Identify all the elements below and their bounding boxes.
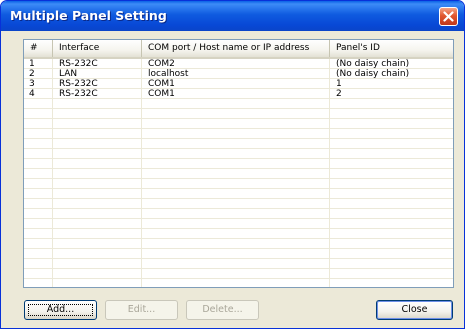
row-number: 2 bbox=[29, 69, 35, 79]
empty-row bbox=[24, 149, 453, 159]
add-button[interactable]: Add... bbox=[24, 300, 97, 320]
empty-row bbox=[24, 279, 453, 287]
window-title: Multiple Panel Setting bbox=[10, 8, 167, 23]
row-number: 1 bbox=[29, 59, 35, 69]
empty-row bbox=[24, 239, 453, 249]
row-panel-id: 1 bbox=[336, 79, 342, 89]
row-address: COM1 bbox=[148, 89, 175, 99]
row-address: COM2 bbox=[148, 59, 175, 69]
title-bar[interactable]: Multiple Panel Setting bbox=[1, 1, 464, 31]
row-interface: LAN bbox=[59, 69, 78, 79]
empty-row bbox=[24, 209, 453, 219]
empty-row bbox=[24, 139, 453, 149]
row-address: COM1 bbox=[148, 79, 175, 89]
column-header-panel-id[interactable]: Panel's ID bbox=[330, 40, 453, 57]
list-row[interactable]: 1 RS-232C COM2 (No daisy chain) bbox=[24, 59, 453, 69]
empty-row bbox=[24, 169, 453, 179]
empty-row bbox=[24, 159, 453, 169]
empty-row bbox=[24, 229, 453, 239]
row-address: localhost bbox=[148, 69, 189, 79]
focus-indicator bbox=[28, 304, 93, 316]
row-panel-id: (No daisy chain) bbox=[336, 69, 410, 79]
list-row[interactable]: 3 RS-232C COM1 1 bbox=[24, 79, 453, 89]
empty-row bbox=[24, 219, 453, 229]
close-icon bbox=[443, 11, 454, 22]
list-row[interactable]: 2 LAN localhost (No daisy chain) bbox=[24, 69, 453, 79]
empty-row bbox=[24, 249, 453, 259]
delete-button[interactable]: Delete... bbox=[186, 300, 259, 320]
row-interface: RS-232C bbox=[59, 89, 98, 99]
window-close-button[interactable] bbox=[439, 7, 458, 26]
delete-button-label: Delete... bbox=[202, 304, 243, 315]
column-header-interface[interactable]: Interface bbox=[53, 40, 142, 57]
empty-row bbox=[24, 99, 453, 109]
empty-row bbox=[24, 129, 453, 139]
empty-row bbox=[24, 119, 453, 129]
close-button[interactable]: Close bbox=[376, 300, 453, 320]
list-row[interactable]: 4 RS-232C COM1 2 bbox=[24, 89, 453, 99]
empty-row bbox=[24, 109, 453, 119]
edit-button-label: Edit... bbox=[127, 304, 156, 315]
empty-row bbox=[24, 189, 453, 199]
empty-row bbox=[24, 259, 453, 269]
list-header: # Interface COM port / Host name or IP a… bbox=[24, 40, 453, 59]
panel-list[interactable]: # Interface COM port / Host name or IP a… bbox=[23, 39, 454, 288]
row-panel-id: (No daisy chain) bbox=[336, 59, 410, 69]
empty-row bbox=[24, 199, 453, 209]
row-interface: RS-232C bbox=[59, 79, 98, 89]
empty-row bbox=[24, 179, 453, 189]
multiple-panel-setting-dialog: Multiple Panel Setting # Interface COM p… bbox=[0, 0, 465, 329]
column-header-address[interactable]: COM port / Host name or IP address bbox=[142, 40, 330, 57]
row-panel-id: 2 bbox=[336, 89, 342, 99]
row-number: 4 bbox=[29, 89, 35, 99]
close-button-label: Close bbox=[401, 304, 428, 315]
row-interface: RS-232C bbox=[59, 59, 98, 69]
edit-button[interactable]: Edit... bbox=[105, 300, 178, 320]
empty-row bbox=[24, 269, 453, 279]
column-header-number[interactable]: # bbox=[24, 40, 53, 57]
row-number: 3 bbox=[29, 79, 35, 89]
